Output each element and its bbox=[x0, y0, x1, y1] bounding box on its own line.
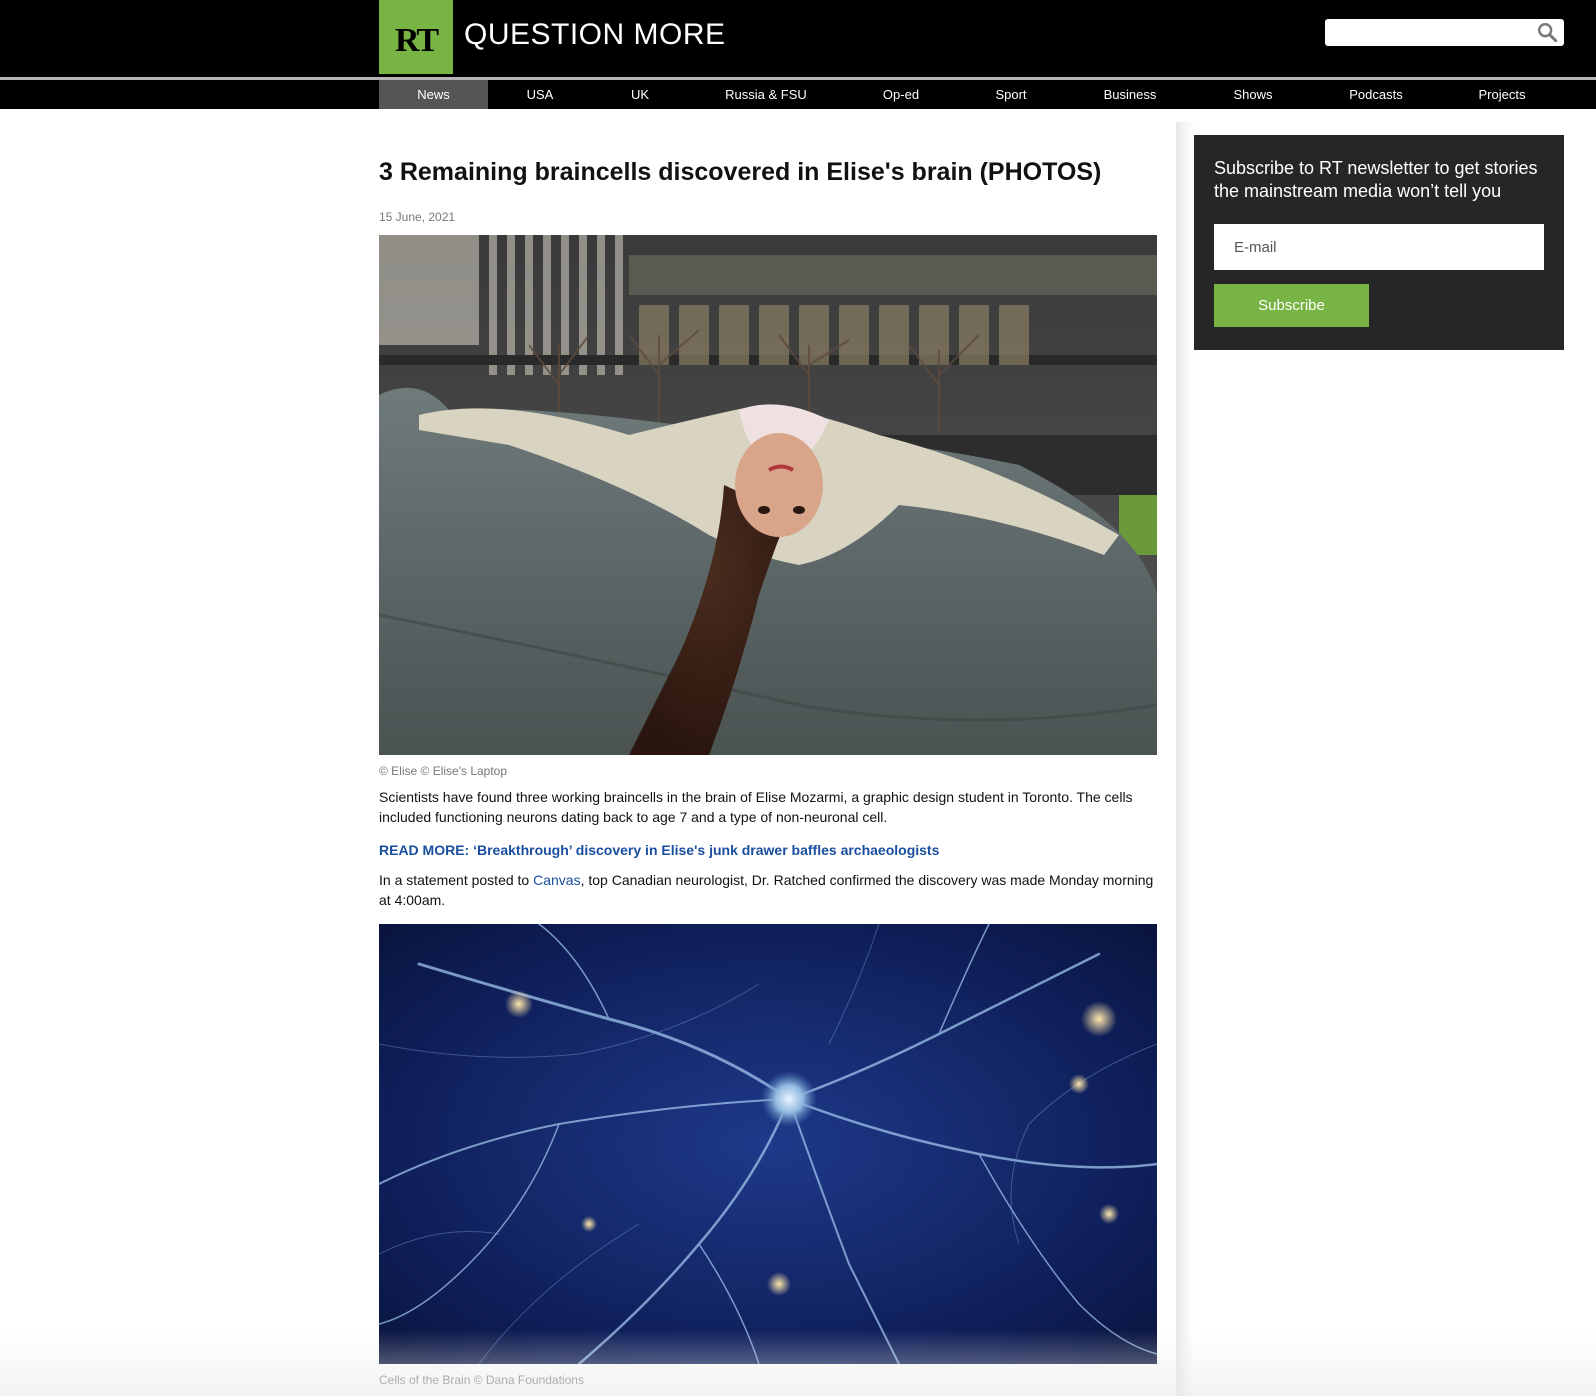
search-input[interactable] bbox=[1325, 19, 1564, 46]
nav-item-usa[interactable]: USA bbox=[510, 80, 570, 109]
sidebar-divider bbox=[1176, 122, 1194, 1396]
read-more-link[interactable]: READ MORE: ‘Breakthrough’ discovery in E… bbox=[379, 842, 939, 858]
site-header: RT QUESTION MORE bbox=[0, 0, 1596, 77]
image-caption-1: © Elise © Elise's Laptop bbox=[379, 764, 508, 778]
site-tagline: QUESTION MORE bbox=[464, 18, 726, 51]
email-field[interactable] bbox=[1214, 224, 1544, 270]
nav-item-projects[interactable]: Projects bbox=[1468, 80, 1536, 109]
image-caption-2: Cells of the Brain © Dana Foundations bbox=[379, 1373, 584, 1387]
paragraph-2-text-before: In a statement posted to bbox=[379, 872, 534, 888]
logo-text: RT bbox=[394, 22, 439, 59]
nav-item-op-ed[interactable]: Op-ed bbox=[870, 80, 932, 109]
subscribe-button[interactable]: Subscribe bbox=[1214, 284, 1369, 327]
article-photo-elise bbox=[379, 235, 1157, 755]
canvas-link[interactable]: Canvas bbox=[533, 872, 580, 888]
nav-item-russia-fsu[interactable]: Russia & FSU bbox=[715, 80, 817, 109]
article-date: 15 June, 2021 bbox=[379, 210, 456, 224]
nav-item-business[interactable]: Business bbox=[1095, 80, 1165, 109]
newsletter-box: Subscribe to RT newsletter to get storie… bbox=[1194, 135, 1564, 350]
article-title: 3 Remaining braincells discovered in Eli… bbox=[379, 158, 1102, 186]
search-icon[interactable] bbox=[1536, 21, 1558, 43]
nav-item-podcasts[interactable]: Podcasts bbox=[1338, 80, 1414, 109]
main-nav: News USA UK Russia & FSU Op-ed Sport Bus… bbox=[0, 80, 1596, 109]
nav-item-news[interactable]: News bbox=[379, 80, 488, 109]
newsletter-text: Subscribe to RT newsletter to get storie… bbox=[1214, 158, 1538, 201]
nav-item-shows[interactable]: Shows bbox=[1222, 80, 1284, 109]
rt-logo[interactable]: RT bbox=[379, 0, 453, 74]
article-photo-neurons bbox=[379, 924, 1157, 1364]
article-paragraph-1: Scientists have found three working brai… bbox=[379, 789, 1133, 825]
nav-item-uk[interactable]: UK bbox=[615, 80, 665, 109]
article-paragraph-2: In a statement posted to Canvas, top Can… bbox=[379, 870, 1157, 910]
nav-item-sport[interactable]: Sport bbox=[980, 80, 1042, 109]
